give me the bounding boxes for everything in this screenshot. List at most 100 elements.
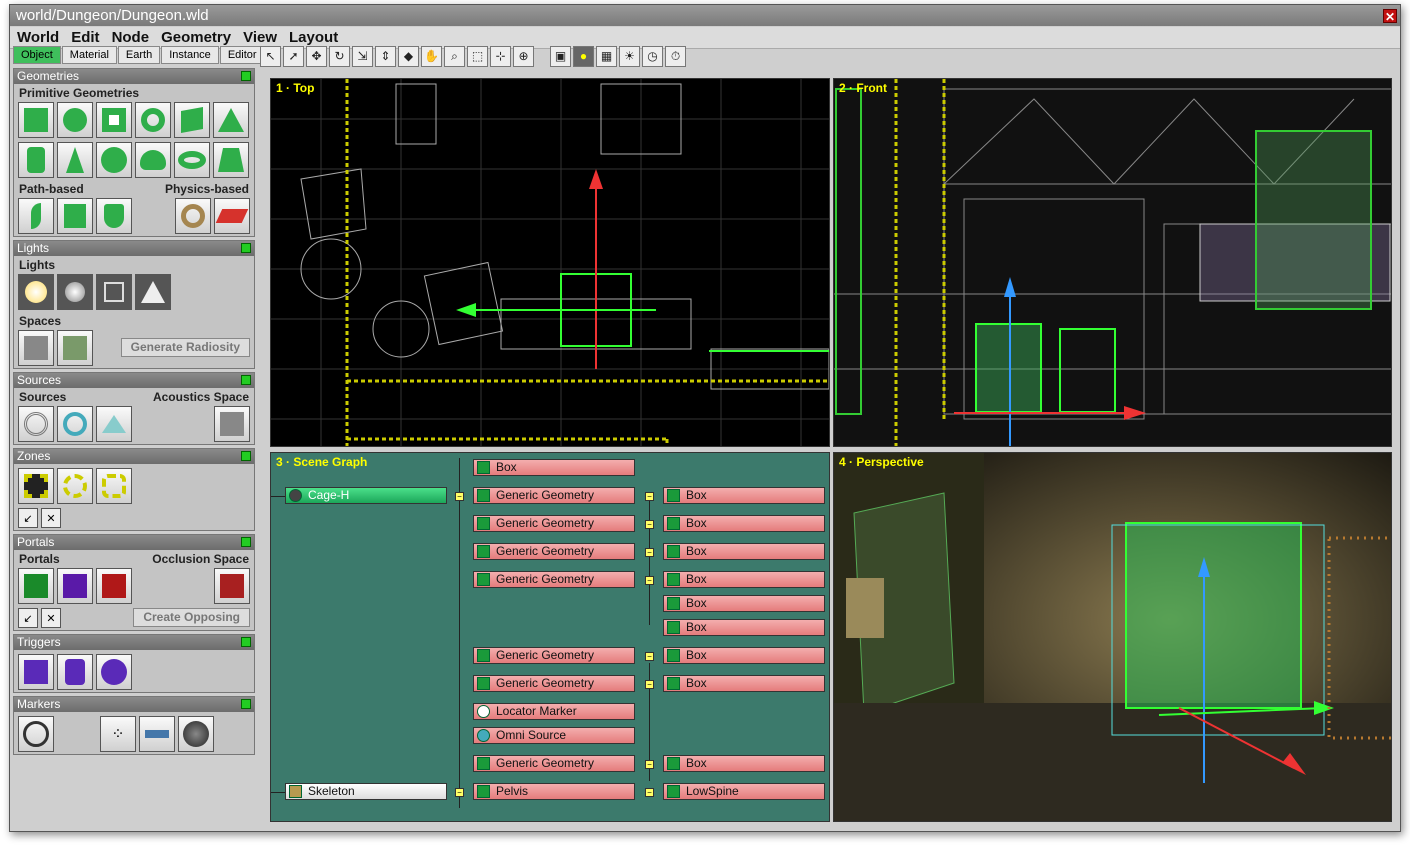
disc-icon[interactable] (57, 102, 93, 138)
extrusion-icon[interactable] (57, 198, 93, 234)
omni-light-icon[interactable] (18, 274, 54, 310)
collapse-button[interactable] (241, 71, 251, 81)
tab-object[interactable]: Object (13, 46, 61, 64)
revolution-icon[interactable] (96, 198, 132, 234)
stretch-icon[interactable]: ⇕ (375, 46, 396, 67)
sphere-zone-icon[interactable] (57, 468, 93, 504)
texture-icon[interactable]: ▦ (596, 46, 617, 67)
cylinder-trigger-icon[interactable] (57, 654, 93, 690)
collapse-icon[interactable]: − (645, 576, 654, 585)
light-space-icon[interactable] (18, 330, 54, 366)
delete-icon[interactable]: ✕ (41, 608, 61, 628)
proj-light-icon[interactable] (96, 274, 132, 310)
tab-instance[interactable]: Instance (161, 46, 219, 64)
path-marker-icon[interactable]: ⁘ (100, 716, 136, 752)
scene-leaf[interactable]: LowSpine (663, 783, 825, 800)
scene-node[interactable]: Pelvis (473, 783, 635, 800)
collapse-icon[interactable]: − (645, 680, 654, 689)
pick-icon[interactable]: ↙ (18, 608, 38, 628)
hand-icon[interactable]: ✋ (421, 46, 442, 67)
scene-leaf[interactable]: Box (663, 487, 825, 504)
acoustics-space-icon[interactable] (214, 406, 250, 442)
box-trigger-icon[interactable] (18, 654, 54, 690)
purple-portal-icon[interactable] (57, 568, 93, 604)
clock-icon[interactable]: ◷ (642, 46, 663, 67)
path-icon[interactable] (18, 198, 54, 234)
box-icon[interactable] (18, 102, 54, 138)
scale-icon[interactable]: ⇲ (352, 46, 373, 67)
timer-icon[interactable]: ⏱ (665, 46, 686, 67)
scene-node[interactable]: Locator Marker (473, 703, 635, 720)
sphere-icon[interactable] (96, 142, 132, 178)
scene-node[interactable]: Generic Geometry (473, 487, 635, 504)
collapse-button[interactable] (241, 451, 251, 461)
perspective-viewport[interactable]: 4 · Perspective (833, 452, 1392, 822)
scene-leaf[interactable]: Box (663, 543, 825, 560)
collapse-icon[interactable]: − (645, 548, 654, 557)
front-viewport[interactable]: 2 · Front (833, 78, 1392, 447)
cube-icon[interactable]: ▣ (550, 46, 571, 67)
collapse-icon[interactable]: − (455, 492, 464, 501)
scene-node[interactable]: Generic Geometry (473, 543, 635, 560)
locator-marker-icon[interactable] (18, 716, 54, 752)
globe-icon[interactable]: ● (573, 46, 594, 67)
scene-node[interactable]: Generic Geometry (473, 515, 635, 532)
sphere-trigger-icon[interactable] (96, 654, 132, 690)
directional-source-icon[interactable] (96, 406, 132, 442)
scene-leaf[interactable]: Box (663, 755, 825, 772)
cone-icon[interactable] (57, 142, 93, 178)
cube-geometry-icon[interactable] (174, 102, 210, 138)
scene-leaf[interactable]: Box (663, 515, 825, 532)
scene-node[interactable]: Box (473, 459, 635, 476)
light-space-2-icon[interactable] (57, 330, 93, 366)
center-icon[interactable]: ⊕ (513, 46, 534, 67)
cylinder-icon[interactable] (18, 142, 54, 178)
collapse-button[interactable] (241, 375, 251, 385)
scene-node-root[interactable]: Cage-H (285, 487, 447, 504)
zoom-box-icon[interactable]: ⬚ (467, 46, 488, 67)
spot-light-icon[interactable] (135, 274, 171, 310)
top-viewport[interactable]: 1 · Top (270, 78, 830, 447)
tab-earth[interactable]: Earth (117, 46, 161, 64)
zoom-icon[interactable]: ⌕ (444, 46, 465, 67)
scene-node[interactable]: Generic Geometry (473, 571, 635, 588)
collapse-icon[interactable]: − (645, 652, 654, 661)
dome-icon[interactable] (135, 142, 171, 178)
scene-leaf[interactable]: Box (663, 647, 825, 664)
collapse-icon[interactable]: − (645, 788, 654, 797)
rotate-icon[interactable]: ↻ (329, 46, 350, 67)
box-zone-icon[interactable] (18, 468, 54, 504)
scene-node[interactable]: Generic Geometry (473, 755, 635, 772)
scene-leaf[interactable]: Box (663, 571, 825, 588)
scene-graph-viewport[interactable]: 3 · Scene Graph Cage-H − Skeleton − Box … (270, 452, 830, 822)
collapse-icon[interactable]: − (645, 492, 654, 501)
tab-editor[interactable]: Editor (219, 46, 265, 64)
collapse-icon[interactable]: − (645, 760, 654, 769)
torus-icon[interactable] (174, 142, 210, 178)
scene-node-skeleton[interactable]: Skeleton (285, 783, 447, 800)
dust-marker-icon[interactable] (178, 716, 214, 752)
square-hole-icon[interactable] (96, 102, 132, 138)
scene-node[interactable]: Omni Source (473, 727, 635, 744)
cylinder-zone-icon[interactable] (96, 468, 132, 504)
collapse-icon[interactable]: − (645, 520, 654, 529)
scene-node[interactable]: Generic Geometry (473, 675, 635, 692)
tab-material[interactable]: Material (61, 46, 117, 64)
create-opposing-button[interactable]: Create Opposing (133, 608, 250, 627)
ring-icon[interactable] (135, 102, 171, 138)
close-button[interactable]: ✕ (1383, 9, 1397, 24)
cloth-icon[interactable] (214, 198, 250, 234)
scene-leaf[interactable]: Box (663, 619, 825, 636)
bone-marker-icon[interactable] (139, 716, 175, 752)
light-bulb-icon[interactable]: ☀ (619, 46, 640, 67)
point-light-icon[interactable] (57, 274, 93, 310)
occlusion-space-icon[interactable] (214, 568, 250, 604)
scene-leaf[interactable]: Box (663, 675, 825, 692)
collapse-button[interactable] (241, 537, 251, 547)
move-icon[interactable]: ✥ (306, 46, 327, 67)
omni-source-icon[interactable] (57, 406, 93, 442)
collapse-button[interactable] (241, 637, 251, 647)
collapse-button[interactable] (241, 699, 251, 709)
pyramid-icon[interactable] (213, 102, 249, 138)
generate-radiosity-button[interactable]: Generate Radiosity (120, 338, 250, 357)
